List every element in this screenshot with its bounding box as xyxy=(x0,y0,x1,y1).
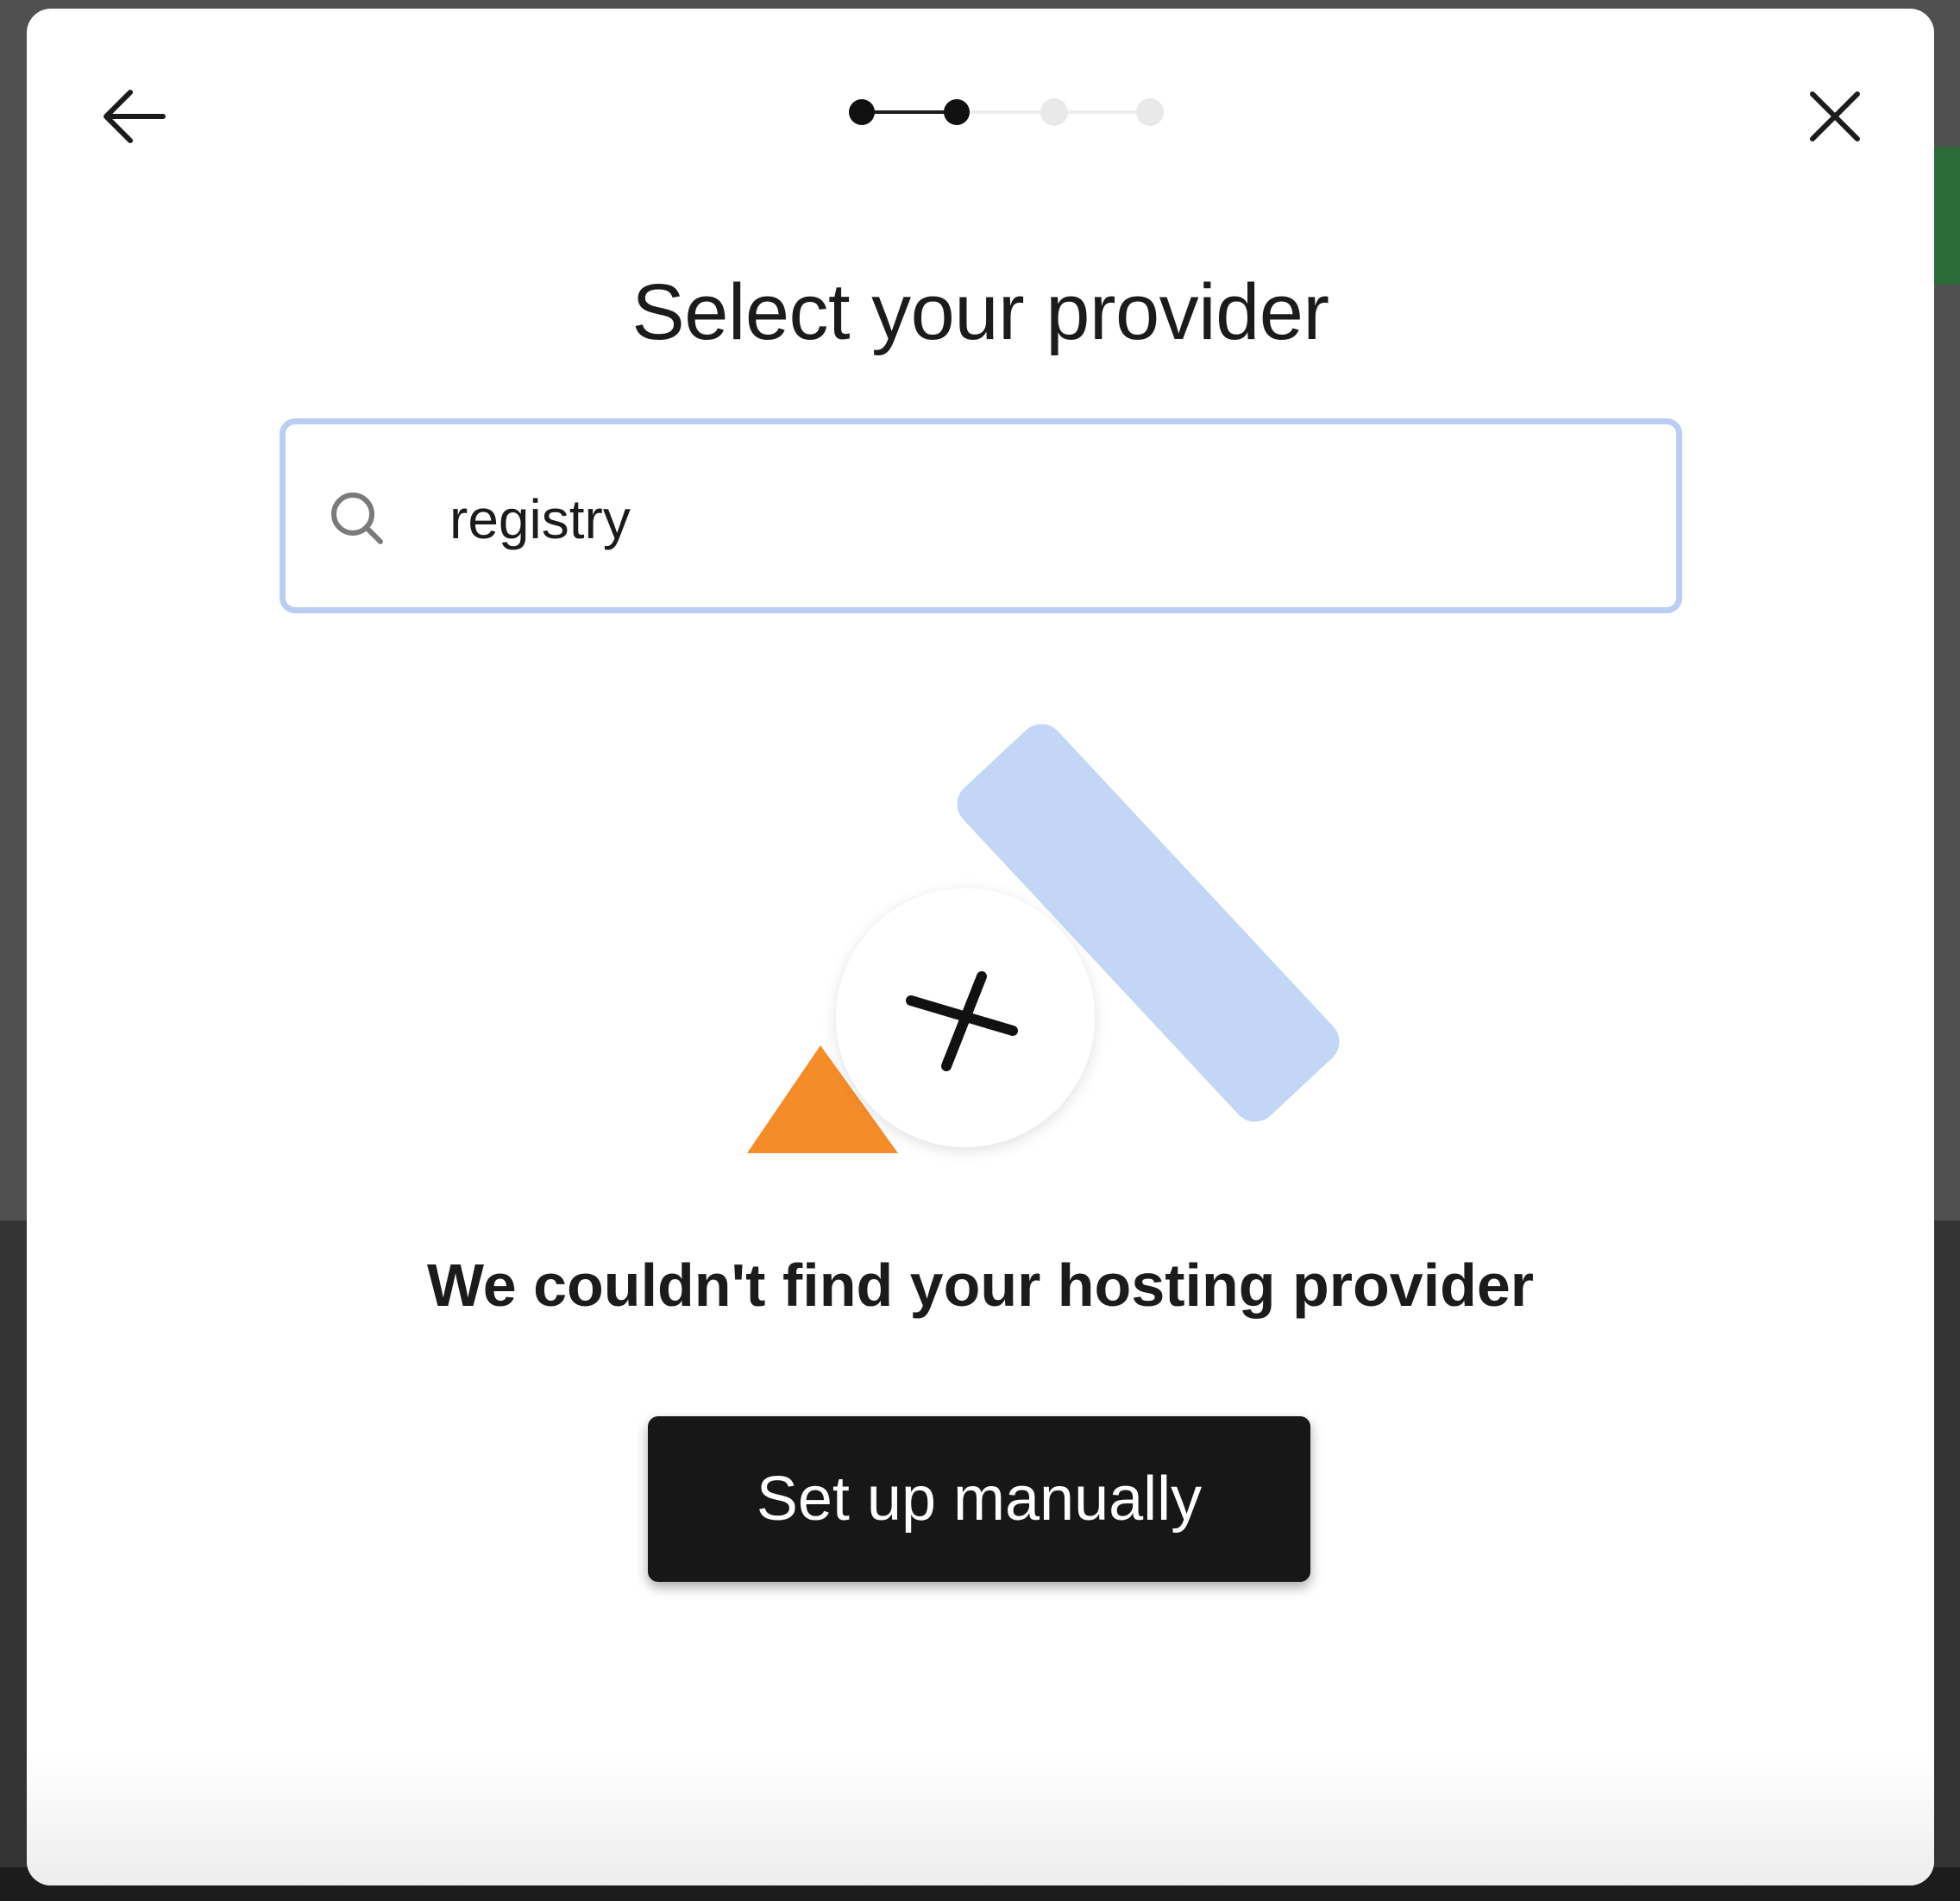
provider-search-input[interactable] xyxy=(449,459,1640,580)
set-up-manually-button[interactable]: Set up manually xyxy=(648,1416,1310,1582)
background-accent xyxy=(1934,147,1960,285)
close-icon xyxy=(1810,91,1860,141)
provider-not-found-illustration xyxy=(747,724,1340,1153)
modal-bottom-fade xyxy=(27,1756,1934,1885)
page-title: Select your provider xyxy=(631,268,1329,356)
progress-stepper xyxy=(849,98,1164,126)
search-icon xyxy=(331,493,383,544)
provider-modal: Select your provider We couldn't find yo… xyxy=(27,9,1934,1885)
step-3-dot xyxy=(1040,98,1068,126)
close-button[interactable] xyxy=(1787,69,1882,164)
arrow-left-icon xyxy=(104,90,166,143)
step-4-dot xyxy=(1136,98,1164,126)
not-found-message: We couldn't find your hosting provider xyxy=(426,1252,1535,1319)
back-button[interactable] xyxy=(87,69,182,164)
provider-search-box[interactable] xyxy=(280,418,1682,613)
step-1-dot xyxy=(849,99,875,125)
step-2-dot xyxy=(944,99,970,125)
